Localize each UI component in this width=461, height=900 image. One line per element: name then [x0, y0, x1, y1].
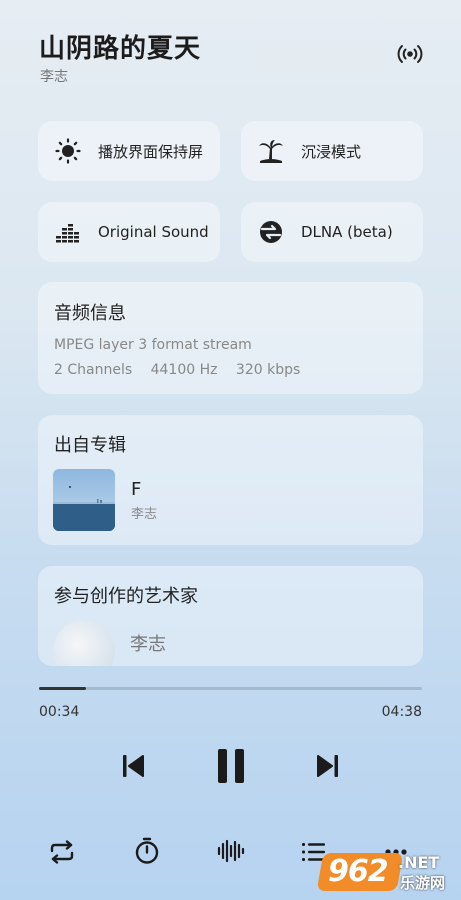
waveform-icon — [217, 839, 245, 863]
next-button[interactable] — [310, 748, 346, 784]
immersive-mode-label: 沉浸模式 — [301, 142, 362, 161]
dlna-button[interactable]: DLNA (beta) — [241, 202, 423, 262]
watermark-logo: 962 .NET 乐游网 — [316, 850, 456, 894]
timer-icon — [135, 837, 159, 864]
original-sound-label: Original Sound — [98, 223, 209, 241]
pause-icon — [218, 749, 244, 783]
audio-info-title: 音频信息 — [54, 303, 126, 324]
keep-screen-on-label: 播放界面保持屏 — [98, 142, 204, 161]
song-title: 山阴路的夏天 — [39, 34, 202, 64]
immersive-mode-button[interactable]: 沉浸模式 — [241, 121, 423, 181]
dlna-label: DLNA (beta) — [301, 223, 393, 241]
audio-sample-rate: 44100 Hz — [150, 362, 218, 378]
dlna-icon — [257, 218, 285, 246]
album-section-title: 出自专辑 — [54, 435, 126, 456]
watermark-number: 962 — [328, 854, 389, 889]
elapsed-time: 00:34 — [39, 704, 80, 720]
waveform-button[interactable] — [214, 836, 248, 866]
skip-next-icon — [317, 755, 338, 777]
keep-screen-on-button[interactable]: 播放界面保持屏 — [38, 121, 220, 181]
sleep-timer-button[interactable] — [131, 835, 163, 867]
song-artist[interactable]: 李志 — [40, 66, 68, 86]
original-sound-button[interactable]: Original Sound — [38, 202, 220, 262]
equalizer-icon — [54, 218, 82, 246]
artist-name[interactable]: 李志 — [130, 630, 166, 656]
sun-icon — [54, 137, 82, 165]
audio-bitrate: 320 kbps — [235, 362, 301, 378]
pause-button[interactable] — [210, 744, 252, 788]
total-time: 04:38 — [381, 704, 422, 720]
palm-tree-icon — [257, 137, 285, 165]
repeat-icon — [50, 840, 74, 864]
audio-format: MPEG layer 3 format stream — [54, 337, 252, 353]
album-card[interactable]: 出自专辑 F 李志 — [38, 415, 423, 545]
watermark-text: 乐游网 — [400, 874, 446, 892]
album-artist: 李志 — [131, 507, 158, 522]
repeat-button[interactable] — [46, 837, 78, 867]
cast-icon[interactable] — [396, 42, 424, 66]
progress-fill — [39, 687, 86, 690]
audio-specs: 2 Channels 44100 Hz 320 kbps — [54, 362, 314, 378]
watermark-suffix: .NET — [398, 853, 440, 872]
artists-section-title: 参与创作的艺术家 — [54, 586, 198, 607]
previous-button[interactable] — [115, 748, 151, 784]
avatar[interactable] — [53, 620, 115, 666]
progress-bar[interactable] — [39, 687, 422, 690]
album-name: F — [131, 479, 142, 500]
audio-channels: 2 Channels — [54, 362, 133, 378]
audio-info-card: 音频信息 MPEG layer 3 format stream 2 Channe… — [38, 282, 423, 394]
album-cover[interactable] — [53, 469, 115, 531]
skip-previous-icon — [123, 755, 144, 777]
artists-card: 参与创作的艺术家 李志 — [38, 566, 423, 666]
